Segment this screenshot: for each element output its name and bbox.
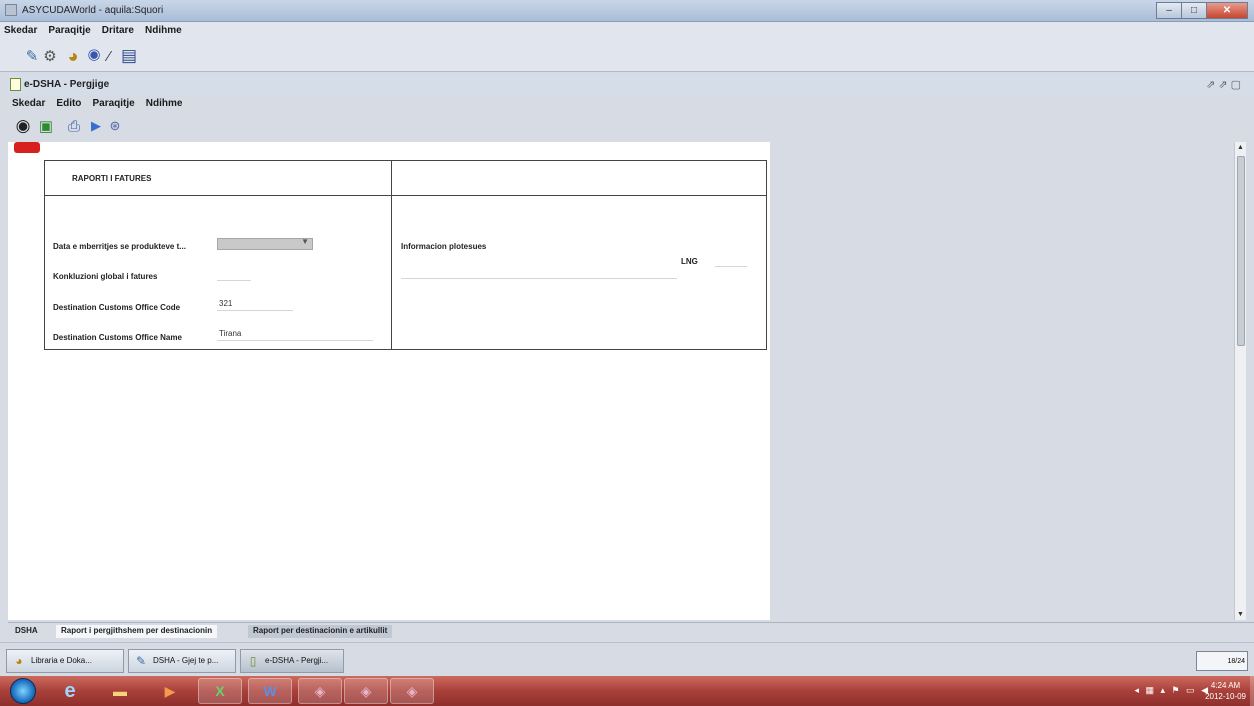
inner-window-controls[interactable]: ⇗⇗▢ (1206, 78, 1244, 91)
lng-field[interactable] (715, 255, 747, 267)
document-area: RAPORTI I FATURES Data e mberritjes se p… (8, 142, 1246, 620)
tab-raport-pergjithshem[interactable]: Raport i pergjithshem per destinacionin (56, 625, 218, 638)
clock-time: 4:24 AM (1210, 681, 1241, 690)
menu-ndihme[interactable]: Ndihme (141, 22, 186, 36)
excel-icon[interactable]: X (198, 678, 242, 704)
inner-window-title-bar: e-DSHA - Pergjige ⇗⇗▢ (8, 75, 1254, 95)
menu-paraqitje[interactable]: Paraqitje (44, 22, 94, 36)
system-clock[interactable]: 4:24 AM 2012-10-09 (1205, 680, 1246, 702)
dest-office-name-field[interactable]: Tirana (217, 329, 373, 341)
folder-icon[interactable]: ▬ (98, 678, 142, 704)
vertical-scrollbar[interactable]: ▲ ▼ (1234, 142, 1246, 620)
divider-horizontal (45, 195, 766, 196)
internal-window-bar: ◕ Libraria e Doka... ✎ DSHA - Gjej te p.… (0, 642, 1254, 676)
media-player-icon[interactable]: ▶ (148, 678, 192, 704)
inner-menu-paraqitje[interactable]: Paraqitje (88, 96, 138, 109)
window-libraria-button[interactable]: ◕ Libraria e Doka... (6, 649, 124, 673)
window-dsha-search-label: DSHA - Gjej te p... (153, 656, 219, 665)
pen-icon[interactable]: ✎ (24, 48, 40, 65)
maximize-button[interactable]: □ (1181, 2, 1207, 19)
outer-menu-bar: Skedar Paraqitje Dritare Ndihme (0, 22, 1254, 40)
dest-office-code-field[interactable]: 321 (217, 299, 293, 311)
edit-icon[interactable]: ⁄ (102, 48, 116, 65)
show-desktop-button[interactable] (1250, 676, 1254, 706)
start-button[interactable] (10, 678, 36, 704)
java-app-icon[interactable]: ◈ (344, 678, 388, 704)
document-tabs: DSHA Raport i pergjithshem per destinaci… (8, 622, 1254, 638)
verify-icon[interactable]: ⊛ (106, 117, 124, 135)
arrival-date-label: Data e mberritjes se produkteve t... (53, 242, 186, 251)
chevron-down-icon: ▼ (301, 237, 309, 246)
document-icon: ▯ (249, 654, 257, 668)
play-icon[interactable]: ▶ (88, 117, 104, 135)
inner-menu-bar: Skedar Edito Paraqitje Ndihme (8, 96, 1254, 112)
dest-office-code-label: Destination Customs Office Code (53, 303, 181, 312)
scroll-down-icon[interactable]: ▼ (1237, 611, 1244, 618)
global-conclusion-label: Konkluzioni global i fatures (53, 272, 158, 281)
arrival-date-combo[interactable]: ▼ (217, 237, 313, 250)
library-icon[interactable]: ◕ (62, 46, 84, 66)
clock-date: 2012-10-09 (1205, 692, 1246, 701)
close-button[interactable]: ✕ (1206, 2, 1248, 19)
system-tray-icons[interactable]: ◂ ▦ ▴ ⚑ ▭ ◀ (1134, 685, 1210, 696)
outer-window-title: ASYCUDAWorld - aquila:Squori (22, 5, 164, 16)
library-icon: ◕ (15, 654, 23, 668)
menu-dritare[interactable]: Dritare (98, 22, 138, 36)
tab-raport-artikullit[interactable]: Raport per destinacionin e artikullit (248, 625, 393, 638)
section-title: RAPORTI I FATURES (72, 174, 152, 183)
scroll-thumb[interactable] (1237, 156, 1245, 346)
form-panel: RAPORTI I FATURES Data e mberritjes se p… (8, 142, 770, 620)
outer-window-title-bar: ASYCUDAWorld - aquila:Squori – □ ✕ (0, 0, 1254, 22)
raporti-fatures-box: RAPORTI I FATURES Data e mberritjes se p… (44, 160, 767, 350)
red-flag-tab[interactable] (14, 142, 40, 153)
scroll-up-icon[interactable]: ▲ (1237, 144, 1244, 151)
memory-indicator: 18/24 (1196, 651, 1248, 671)
dest-office-name-label: Destination Customs Office Name (53, 333, 182, 342)
java-app-icon[interactable]: ◈ (390, 678, 434, 704)
window-libraria-label: Libraria e Doka... (31, 656, 92, 665)
window-edsha-label: e-DSHA - Pergji... (265, 656, 329, 665)
info-field[interactable] (401, 267, 677, 279)
lng-label: LNG (681, 257, 698, 266)
outer-toolbar: ✎ ⚙ ◕ ◉ ⁄ ▤ (0, 40, 1254, 72)
pen-icon: ✎ (135, 654, 147, 668)
globe-icon[interactable]: ◉ (86, 46, 102, 63)
java-app-icon[interactable]: ◈ (298, 678, 342, 704)
divider-vertical (391, 161, 392, 349)
menu-skedar[interactable]: Skedar (0, 22, 41, 36)
print-icon[interactable]: ⎙ (64, 116, 84, 136)
global-conclusion-field[interactable] (217, 269, 251, 281)
inner-menu-edito[interactable]: Edito (52, 96, 85, 109)
inner-toolbar: ◉ ▣ ⎙ ▶ ⊛ (8, 112, 1254, 142)
eye-icon[interactable]: ◉ (12, 116, 34, 136)
document-tree-icon[interactable]: ▤ (118, 45, 140, 67)
tab-dsha[interactable]: DSHA (10, 625, 43, 638)
inner-window-title: e-DSHA - Pergjige (24, 79, 110, 90)
minimize-button[interactable]: – (1156, 2, 1182, 19)
tool-icon[interactable]: ⚙ (42, 48, 58, 65)
window-dsha-search-button[interactable]: ✎ DSHA - Gjej te p... (128, 649, 236, 673)
save-icon[interactable]: ▣ (36, 116, 56, 136)
inner-menu-ndihme[interactable]: Ndihme (142, 96, 187, 109)
inner-menu-skedar[interactable]: Skedar (8, 96, 49, 109)
window-controls: – □ ✕ (1156, 2, 1248, 19)
info-label: Informacion plotesues (401, 242, 487, 251)
document-icon (10, 78, 21, 91)
window-edsha-button[interactable]: ▯ e-DSHA - Pergji... (240, 649, 344, 673)
word-icon[interactable]: W (248, 678, 292, 704)
app-icon (5, 4, 17, 16)
ie-icon[interactable]: e (48, 678, 92, 704)
windows-taskbar: e ▬ ▶ X W ◈ ◈ ◈ ◂ ▦ ▴ ⚑ ▭ ◀ 4:24 AM 2012… (0, 676, 1254, 706)
